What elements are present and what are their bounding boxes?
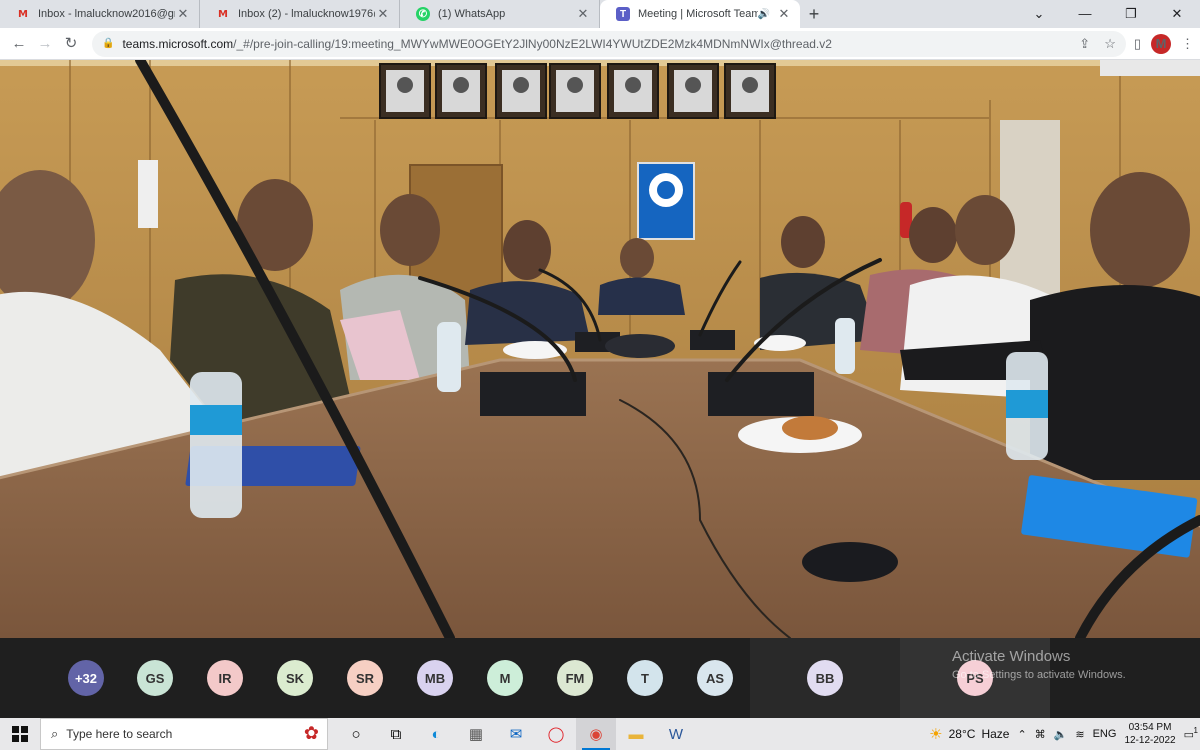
poinsettia-icon: ✿ bbox=[303, 723, 319, 743]
tab-gmail-2[interactable]: M Inbox (2) - lmalucknow1976@gm ✕ bbox=[200, 0, 400, 28]
tab-gmail-1[interactable]: M Inbox - lmalucknow2016@gmail. ✕ bbox=[0, 0, 200, 28]
cortana-icon[interactable]: ○ bbox=[336, 718, 376, 750]
browser-toolbar: ← → ↻ 🔒 teams.microsoft.com /_#/pre-join… bbox=[0, 28, 1200, 60]
search-icon: ⌕ bbox=[51, 726, 59, 741]
participant-avatar[interactable]: BB bbox=[807, 660, 843, 696]
participant-avatar[interactable]: T bbox=[627, 660, 663, 696]
search-placeholder: Type here to search bbox=[66, 727, 173, 741]
haze-sun-icon: ☀ bbox=[929, 726, 943, 743]
start-button[interactable] bbox=[0, 718, 40, 750]
windows-taskbar: ⌕ Type here to search ✿ ○ ⧉ ◐ ▦ ✉ ◯ ◉ ▬ … bbox=[0, 718, 1200, 750]
tab-whatsapp[interactable]: ✆ (1) WhatsApp ✕ bbox=[400, 0, 600, 28]
meeting-video-feed bbox=[0, 60, 1200, 638]
windows-logo-icon bbox=[12, 726, 28, 742]
back-icon[interactable]: ← bbox=[6, 31, 32, 57]
overflow-participants-count[interactable]: +32 bbox=[68, 660, 104, 696]
gmail-icon: M bbox=[218, 8, 228, 20]
teams-icon: T bbox=[616, 7, 630, 21]
weather-widget[interactable]: ☀ 28°C Haze bbox=[929, 725, 1009, 743]
url-path: /_#/pre-join-calling/19:meeting_MWYwMWE0… bbox=[233, 36, 832, 51]
notification-count: 1 bbox=[1193, 725, 1198, 735]
network-icon[interactable]: ⌘ bbox=[1035, 728, 1046, 741]
close-tab-icon[interactable]: ✕ bbox=[175, 6, 191, 22]
tab-search-icon[interactable]: ⌄ bbox=[1016, 0, 1062, 28]
watermark-title: Activate Windows bbox=[952, 648, 1071, 665]
chevron-up-icon[interactable]: ⌃ bbox=[1017, 728, 1026, 741]
taskbar-apps: ○ ⧉ ◐ ▦ ✉ ◯ ◉ ▬ W bbox=[336, 718, 696, 750]
tab-title: (1) WhatsApp bbox=[438, 8, 506, 20]
close-window-icon[interactable]: ✕ bbox=[1154, 0, 1200, 28]
file-explorer-icon[interactable]: ▬ bbox=[616, 718, 656, 750]
close-tab-icon[interactable]: ✕ bbox=[375, 6, 391, 22]
gmail-icon: M bbox=[18, 8, 28, 20]
tab-title: Inbox (2) - lmalucknow1976@gm bbox=[238, 8, 375, 20]
clock-time: 03:54 PM bbox=[1128, 722, 1172, 733]
screen: M Inbox - lmalucknow2016@gmail. ✕ M Inbo… bbox=[0, 0, 1200, 750]
notification-center-icon[interactable]: ▭ 1 bbox=[1184, 726, 1198, 741]
weather-temperature: 28°C bbox=[948, 727, 976, 741]
menu-kebab-icon[interactable]: ⋮ bbox=[1181, 36, 1194, 52]
share-icon[interactable]: ⇪ bbox=[1079, 36, 1090, 52]
tab-teams-meeting[interactable]: T Meeting | Microsoft Teams 🔊 ✕ bbox=[600, 0, 800, 28]
participant-avatar[interactable]: IR bbox=[207, 660, 243, 696]
url-host: teams.microsoft.com bbox=[122, 36, 234, 51]
activate-windows-watermark: Activate Windows Go to Settings to activ… bbox=[952, 648, 1126, 681]
tab-title: Inbox - lmalucknow2016@gmail. bbox=[38, 8, 175, 20]
watermark-subtitle: Go to Settings to activate Windows. bbox=[952, 669, 1126, 681]
wifi-icon[interactable]: ≋ bbox=[1075, 728, 1084, 741]
weather-description: Haze bbox=[981, 727, 1010, 741]
toolbar-right: ▯ M ⋮ bbox=[1134, 33, 1194, 54]
participant-avatar[interactable]: SK bbox=[277, 660, 313, 696]
participant-avatar[interactable]: GS bbox=[137, 660, 173, 696]
participant-roster: +32 GS IR SK SR MB M FM T AS BB PS Activate Windows… bbox=[0, 638, 1200, 718]
close-tab-icon[interactable]: ✕ bbox=[776, 6, 792, 22]
lock-icon[interactable]: 🔒 bbox=[102, 38, 114, 49]
store-icon[interactable]: ▦ bbox=[456, 718, 496, 750]
omnibox-tools: ⇪ ☆ bbox=[1079, 36, 1116, 52]
forward-icon[interactable]: → bbox=[32, 31, 58, 57]
new-tab-button[interactable]: + bbox=[800, 0, 828, 28]
conference-room-scene bbox=[0, 60, 1200, 638]
chrome-icon[interactable]: ◉ bbox=[576, 718, 616, 750]
system-tray: ☀ 28°C Haze ⌃ ⌘ 🔈 ≋ ENG 03:54 PM 12-12-2… bbox=[929, 721, 1200, 747]
clock[interactable]: 03:54 PM 12-12-2022 bbox=[1124, 721, 1175, 747]
clock-date: 12-12-2022 bbox=[1124, 735, 1176, 746]
restore-icon[interactable]: ❐ bbox=[1108, 0, 1154, 28]
edge-icon[interactable]: ◐ bbox=[416, 718, 456, 750]
participant-avatar[interactable]: MB bbox=[417, 660, 453, 696]
side-panel-icon[interactable]: ▯ bbox=[1134, 36, 1141, 52]
speaker-icon[interactable]: 🔊 bbox=[758, 9, 770, 20]
taskbar-search-box[interactable]: ⌕ Type here to search ✿ bbox=[40, 718, 328, 750]
mail-icon[interactable]: ✉ bbox=[496, 718, 536, 750]
task-view-icon[interactable]: ⧉ bbox=[376, 718, 416, 750]
window-controls: ⌄ — ❐ ✕ bbox=[1016, 0, 1200, 28]
minimize-icon[interactable]: — bbox=[1062, 0, 1108, 28]
participant-avatar[interactable]: AS bbox=[697, 660, 733, 696]
reload-icon[interactable]: ↻ bbox=[58, 31, 84, 57]
participant-avatar[interactable]: SR bbox=[347, 660, 383, 696]
participant-avatar[interactable]: FM bbox=[557, 660, 593, 696]
close-tab-icon[interactable]: ✕ bbox=[575, 6, 591, 22]
opera-icon[interactable]: ◯ bbox=[536, 718, 576, 750]
language-indicator[interactable]: ENG bbox=[1093, 728, 1117, 740]
whatsapp-icon: ✆ bbox=[416, 7, 430, 21]
word-icon[interactable]: W bbox=[656, 718, 696, 750]
profile-avatar[interactable]: M bbox=[1151, 33, 1171, 54]
volume-icon[interactable]: 🔈 bbox=[1054, 728, 1068, 741]
bookmark-star-icon[interactable]: ☆ bbox=[1104, 36, 1116, 52]
browser-tab-strip: M Inbox - lmalucknow2016@gmail. ✕ M Inbo… bbox=[0, 0, 1200, 28]
address-bar[interactable]: 🔒 teams.microsoft.com /_#/pre-join-calli… bbox=[92, 30, 1126, 57]
participant-avatar[interactable]: M bbox=[487, 660, 523, 696]
tab-title: Meeting | Microsoft Teams bbox=[638, 8, 758, 20]
